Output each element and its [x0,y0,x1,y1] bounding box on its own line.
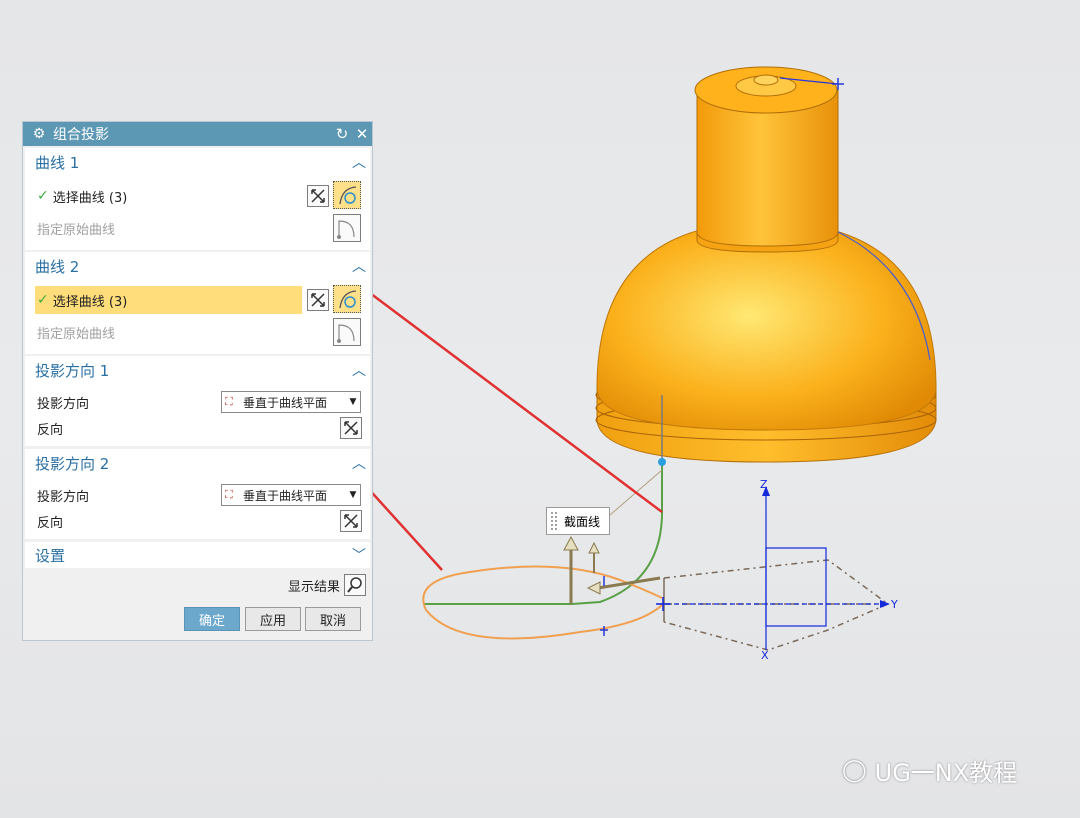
check-icon: ✓ [37,292,49,308]
close-icon[interactable]: ✕ [352,125,372,143]
axis-z-label: Z [760,478,768,491]
curve-2-reverse-button[interactable] [307,289,329,311]
group-curve-1-header[interactable]: 曲线 1 ︿ [25,148,370,176]
ok-button[interactable]: 确定 [184,607,240,631]
group-settings-title: 设置 [35,546,66,565]
projection-2-direction-value: 垂直于曲线平面 [243,488,328,503]
preview-button[interactable] [344,574,366,596]
group-curve-2-title: 曲线 2 [35,257,80,276]
curve-1-origin-row[interactable]: 指定原始曲线 [25,216,370,240]
collapse-chevron-icon[interactable]: ︿ [348,360,370,380]
preview-row: 显示结果 [23,572,372,598]
axis-x-label: X [761,649,769,662]
group-projection-2: 投影方向 2 ︿ 投影方向 ⛶ 垂直于曲线平面 ▼ 反向 [25,449,370,539]
projection-2-reverse-label: 反向 [37,515,64,531]
projection-2-reverse-row: 反向 [25,509,370,533]
reverse-arrows-icon [344,514,358,528]
group-curve-1: 曲线 1 ︿ ✓ 选择曲线 (3) 指定原始曲线 [25,148,370,250]
select-curve-icon [339,186,357,205]
curve-2-select-curve-button[interactable] [333,285,361,313]
expand-chevron-icon[interactable]: ﹀ [348,545,370,565]
dialog-titlebar[interactable]: ⚙ 组合投影 ↻ ✕ [23,122,372,146]
curve-2-origin-curve-button[interactable] [333,318,361,346]
group-projection-1: 投影方向 1 ︿ 投影方向 ⛶ 垂直于曲线平面 ▼ 反向 [25,356,370,446]
projection-2-reverse-button[interactable] [340,510,362,532]
datum-csys[interactable]: Z Y X [656,478,898,662]
curve-1-select-curve-button[interactable] [333,181,361,209]
projection-2-direction-select[interactable]: ⛶ 垂直于曲线平面 ▼ [221,484,361,506]
curve-2-origin-label: 指定原始曲线 [37,326,116,342]
preview-label: 显示结果 [287,579,340,595]
check-icon: ✓ [37,188,49,204]
reset-icon[interactable]: ↻ [332,125,352,143]
curve-1-select-label: 选择曲线 (3) [52,190,128,206]
watermark-text: UG一NX教程 [874,758,1018,787]
curve-1-reverse-button[interactable] [307,185,329,207]
projection-1-reverse-button[interactable] [340,417,362,439]
group-projection-2-title: 投影方向 2 [35,454,110,473]
drag-grip-icon[interactable] [550,511,558,531]
group-settings-header[interactable]: 设置 ﹀ [25,542,370,568]
group-curve-1-title: 曲线 1 [35,153,80,172]
normal-to-plane-icon: ⛶ [225,395,233,408]
apply-button[interactable]: 应用 [245,607,301,631]
projection-1-reverse-label: 反向 [37,422,64,438]
dropdown-arrow-icon: ▼ [349,397,357,407]
projection-1-direction-label: 投影方向 [37,396,90,412]
curve-2-select-row[interactable]: ✓ 选择曲线 (3) [35,286,302,314]
dropdown-arrow-icon: ▼ [349,490,357,500]
cancel-button[interactable]: 取消 [305,607,361,631]
collapse-chevron-icon[interactable]: ︿ [348,256,370,276]
normal-to-plane-icon: ⛶ [225,488,233,501]
group-projection-1-header[interactable]: 投影方向 1 ︿ [25,356,370,384]
reverse-arrows-icon [344,421,358,435]
group-curve-2: 曲线 2 ︿ ✓ 选择曲线 (3) 指定原始曲线 [25,252,370,354]
curve-2-select-label: 选择曲线 (3) [52,294,128,310]
group-settings: 设置 ﹀ [25,542,370,568]
origin-curve-icon [337,220,355,239]
collapse-chevron-icon[interactable]: ︿ [348,152,370,172]
projection-1-direction-value: 垂直于曲线平面 [243,395,328,410]
reverse-arrows-icon [311,293,325,307]
projection-1-direction-select[interactable]: ⛶ 垂直于曲线平面 ▼ [221,391,361,413]
gear-icon: ⚙ [32,126,46,142]
group-curve-2-header[interactable]: 曲线 2 ︿ [25,252,370,280]
wechat-icon: ◯ [842,757,867,783]
projection-1-reverse-row: 反向 [25,416,370,440]
reverse-arrows-icon [311,189,325,203]
projection-2-direction-label: 投影方向 [37,489,90,505]
select-curve-icon [339,290,357,309]
origin-curve-icon [337,324,355,343]
curve-2-origin-row[interactable]: 指定原始曲线 [25,320,370,344]
axis-y-label: Y [890,598,898,611]
group-projection-2-header[interactable]: 投影方向 2 ︿ [25,449,370,477]
magnifier-icon [347,577,362,593]
combined-projection-dialog: ⚙ 组合投影 ↻ ✕ 曲线 1 ︿ ✓ 选择曲线 (3) 指定原始曲线 曲线 2 [22,121,373,641]
dialog-title: 组合投影 [53,127,109,143]
group-projection-1-title: 投影方向 1 [35,361,110,380]
curve-1-origin-curve-button[interactable] [333,214,361,242]
lamp-shade-part[interactable] [595,66,937,463]
section-line-label: 截面线 [564,514,601,529]
section-line-tag[interactable]: 截面线 [546,507,610,535]
watermark: ◯ UG一NX教程 [842,752,1017,788]
collapse-chevron-icon[interactable]: ︿ [348,453,370,473]
curve-1-origin-label: 指定原始曲线 [37,222,116,238]
